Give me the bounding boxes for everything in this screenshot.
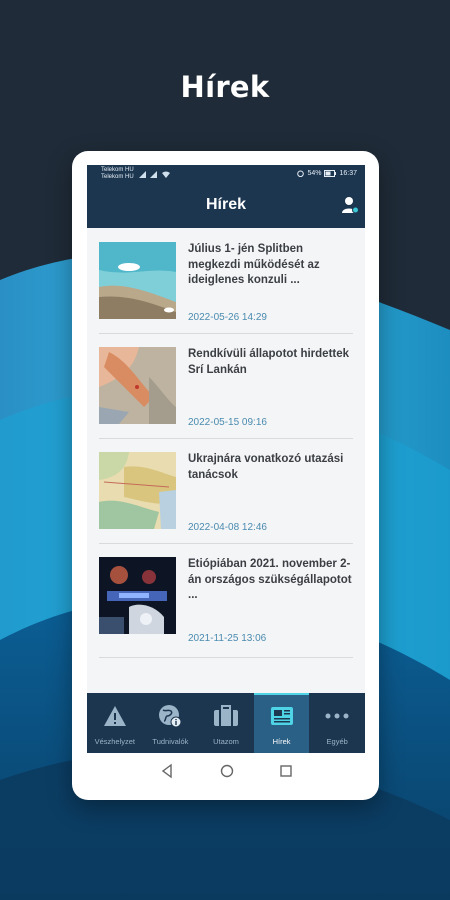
- carrier-1: Telekom HU: [101, 167, 134, 173]
- alarm-icon: [297, 170, 305, 177]
- clock: 16:37: [339, 170, 357, 177]
- news-title: Etiópiában 2021. november 2-án országos …: [188, 558, 352, 601]
- news-date: 2022-05-15 09:16: [188, 417, 267, 428]
- tab-tudnivalok[interactable]: Tudnivalók: [143, 693, 199, 753]
- news-date: 2021-11-25 13:06: [188, 633, 267, 644]
- suitcase-icon: [213, 705, 238, 726]
- status-bar: Telekom HU Telekom HU 54% 16:37: [87, 165, 365, 183]
- news-date: 2022-05-26 14:29: [188, 312, 267, 323]
- signal-wifi-icons: [139, 171, 170, 178]
- news-item[interactable]: Etiópiában 2021. november 2-án országos …: [99, 543, 353, 658]
- phone-frame: Telekom HU Telekom HU 54% 16:37 Hírek Jú…: [72, 151, 379, 800]
- news-thumbnail: [99, 557, 176, 634]
- carrier-labels: Telekom HU Telekom HU: [101, 167, 134, 180]
- tab-utazom[interactable]: Utazom: [198, 693, 254, 753]
- tab-label: Utazom: [213, 737, 239, 746]
- tab-label: Egyéb: [326, 737, 348, 746]
- tab-hirek[interactable]: Hírek: [253, 693, 310, 753]
- news-title: Ukrajnára vonatkozó utazási tanácsok: [188, 453, 344, 481]
- tab-egyeb[interactable]: Egyéb: [309, 693, 365, 753]
- battery-icon: [324, 170, 337, 177]
- status-right: 54% 16:37: [297, 170, 357, 177]
- app-screen: Telekom HU Telekom HU 54% 16:37 Hírek Jú…: [87, 165, 365, 753]
- tab-label: Tudnivalók: [152, 737, 189, 746]
- page-title: Hírek: [205, 196, 247, 213]
- news-item[interactable]: Ukrajnára vonatkozó utazási tanácsok 202…: [99, 438, 353, 544]
- tab-label: Hírek: [272, 737, 291, 746]
- news-item[interactable]: Július 1- jén Splitben megkezdi működésé…: [99, 228, 353, 334]
- more-icon: [325, 713, 349, 719]
- back-icon[interactable]: [159, 763, 175, 779]
- news-title: Rendkívüli állapotot hirdettek Srí Lanká…: [188, 348, 350, 376]
- user-icon[interactable]: [341, 195, 359, 215]
- news-thumbnail: [99, 452, 176, 529]
- bottom-tab-bar: Vészhelyzet Tudnivalók Utazom Hírek Egyé…: [87, 693, 365, 753]
- news-thumbnail: [99, 347, 176, 424]
- warning-icon: [103, 706, 126, 726]
- recents-icon[interactable]: [278, 763, 294, 779]
- battery-percent: 54%: [307, 170, 322, 177]
- tab-veszhelyzet[interactable]: Vészhelyzet: [87, 693, 143, 753]
- carrier-2: Telekom HU: [101, 173, 134, 180]
- tab-label: Vészhelyzet: [94, 737, 136, 746]
- globe-info-icon: [159, 705, 182, 728]
- home-icon[interactable]: [219, 763, 235, 779]
- promo-title: Hírek: [180, 70, 270, 104]
- news-title: Július 1- jén Splitben megkezdi működésé…: [188, 243, 320, 286]
- system-nav-bar: [87, 753, 365, 789]
- newspaper-icon: [270, 707, 293, 725]
- news-date: 2022-04-08 12:46: [188, 522, 267, 533]
- news-thumbnail: [99, 242, 176, 319]
- news-item[interactable]: Rendkívüli állapotot hirdettek Srí Lanká…: [99, 333, 353, 439]
- app-bar: Hírek: [87, 183, 365, 228]
